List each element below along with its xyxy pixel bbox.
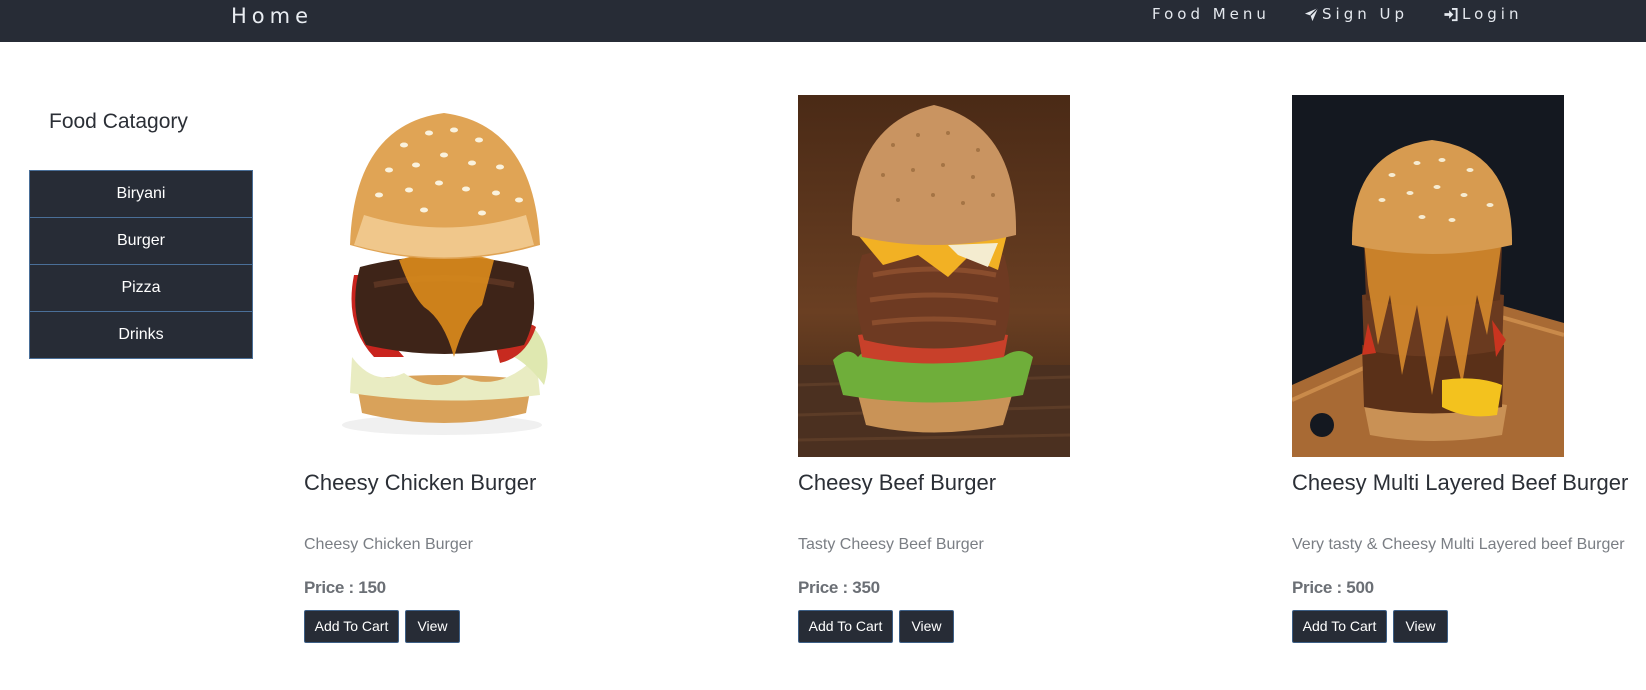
login-label: Login [1462, 5, 1523, 23]
product-image-multi-layered-burger [1292, 95, 1564, 457]
category-list: Biryani Burger Pizza Drinks [29, 170, 253, 359]
category-item-burger[interactable]: Burger [30, 218, 252, 265]
top-navbar: Home Food Menu Sign Up Login [0, 0, 1646, 42]
view-button[interactable]: View [1393, 610, 1448, 643]
product-card-chicken-burger: Cheesy Chicken Burger Cheesy Chicken Bur… [304, 95, 664, 643]
add-to-cart-button[interactable]: Add To Cart [304, 610, 399, 643]
product-image-beef-burger [798, 95, 1070, 457]
sign-up-label: Sign Up [1322, 5, 1408, 23]
home-link[interactable]: Home [231, 2, 313, 30]
view-button[interactable]: View [405, 610, 460, 643]
product-image-chicken-burger [304, 95, 576, 457]
product-card-multi-layered-burger: Cheesy Multi Layered Beef Burger Very ta… [1292, 95, 1646, 643]
product-title: Cheesy Beef Burger [798, 470, 997, 495]
sign-up-link[interactable]: Sign Up [1304, 4, 1408, 24]
product-description: Tasty Cheesy Beef Burger [798, 536, 984, 553]
product-price: Price : 350 [798, 578, 880, 597]
product-card-beef-burger: Cheesy Beef Burger Tasty Cheesy Beef Bur… [798, 95, 1158, 643]
sign-in-icon [1443, 7, 1459, 22]
category-item-biryani[interactable]: Biryani [30, 171, 252, 218]
view-button[interactable]: View [899, 610, 954, 643]
category-item-drinks[interactable]: Drinks [30, 312, 252, 358]
food-menu-label: Food Menu [1152, 5, 1270, 23]
product-description: Very tasty & Cheesy Multi Layered beef B… [1292, 536, 1625, 553]
product-title: Cheesy Chicken Burger [304, 470, 537, 495]
product-price: Price : 150 [304, 578, 386, 597]
food-category-heading: Food Catagory [49, 110, 188, 133]
food-menu-link[interactable]: Food Menu [1152, 4, 1270, 24]
product-title: Cheesy Multi Layered Beef Burger [1292, 470, 1629, 495]
product-description: Cheesy Chicken Burger [304, 536, 473, 553]
login-link[interactable]: Login [1443, 4, 1522, 24]
category-item-pizza[interactable]: Pizza [30, 265, 252, 312]
add-to-cart-button[interactable]: Add To Cart [1292, 610, 1387, 643]
product-price: Price : 500 [1292, 578, 1374, 597]
add-to-cart-button[interactable]: Add To Cart [798, 610, 893, 643]
paper-plane-icon [1304, 7, 1319, 22]
